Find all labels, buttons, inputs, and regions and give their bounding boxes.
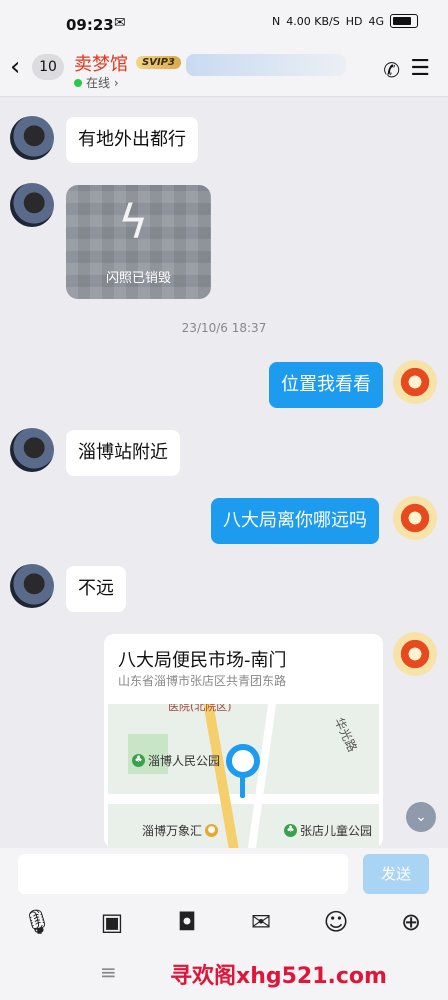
- map-poi: ♣ 张店儿童公园: [284, 822, 372, 839]
- flash-photo-destroyed[interactable]: ϟ 闪照已销毁: [66, 185, 211, 299]
- scroll-down-button[interactable]: ⌄: [406, 802, 436, 832]
- map-preview[interactable]: 医院(北院区) 华光路 ♣ 淄博人民公园 淄博万象汇 ● ♣ 张店儿童公园: [108, 704, 379, 848]
- contact-avatar[interactable]: [10, 116, 54, 160]
- image-icon[interactable]: ▣: [97, 908, 127, 936]
- location-pin-icon: [226, 744, 260, 778]
- status-bar: 09:23 ✉ N 4.00 KB/S HD 4G: [0, 0, 448, 44]
- message-bubble-received[interactable]: 有地外出都行: [66, 117, 198, 163]
- my-avatar[interactable]: [393, 360, 437, 404]
- network-speed: 4.00 KB/S: [286, 14, 340, 28]
- chat-header: ‹ 10 卖梦馆 SVIP3 在线 › ✆ ☰: [0, 44, 448, 97]
- location-pin-stem: [240, 776, 245, 798]
- nav-menu-icon[interactable]: ≡: [100, 960, 117, 984]
- svip-badge: SVIP3: [136, 56, 181, 69]
- wechat-icon: ✉: [114, 15, 126, 31]
- map-top-label: 医院(北院区): [168, 704, 232, 713]
- hd-badge: HD: [345, 14, 363, 28]
- signal-icon: 4G: [368, 14, 384, 28]
- contact-avatar[interactable]: [10, 564, 54, 608]
- online-status-text: 在线 ›: [86, 76, 119, 90]
- online-dot-icon: [74, 78, 82, 87]
- location-title: 八大局便民市场-南门: [118, 650, 287, 671]
- map-poi: 淄博万象汇 ●: [142, 822, 219, 839]
- chat-toolbar: 🎙 ▣ ◘ ✉ ☺ ⊕: [0, 900, 448, 948]
- red-packet-icon[interactable]: ✉: [246, 908, 276, 936]
- unread-count-badge[interactable]: 10: [32, 54, 64, 80]
- online-status[interactable]: 在线 ›: [74, 74, 119, 91]
- lightning-icon: ϟ: [118, 195, 149, 249]
- message-bubble-received[interactable]: 淄博站附近: [66, 430, 180, 476]
- map-road: [247, 704, 277, 848]
- watermark-text: 寻欢阁xhg521.com: [170, 964, 387, 989]
- contact-avatar[interactable]: [10, 183, 54, 227]
- phone-icon[interactable]: ✆: [383, 58, 400, 82]
- my-avatar[interactable]: [393, 632, 437, 676]
- status-icons: N 4.00 KB/S HD 4G: [272, 14, 418, 28]
- back-chevron-icon[interactable]: ‹: [10, 54, 20, 80]
- status-time: 09:23: [66, 16, 114, 34]
- message-bubble-sent[interactable]: 位置我看看: [269, 362, 383, 408]
- park-marker-icon: ♣: [284, 824, 297, 837]
- map-poi: ♣ 淄博人民公园: [132, 752, 220, 769]
- blurred-signature: [186, 54, 346, 76]
- contact-name[interactable]: 卖梦馆: [74, 50, 128, 76]
- my-avatar[interactable]: [393, 496, 437, 540]
- flash-photo-label: 闪照已销毁: [105, 271, 171, 286]
- shop-marker-icon: ●: [205, 824, 219, 837]
- send-button[interactable]: 发送: [363, 854, 429, 894]
- message-bubble-received[interactable]: 不远: [66, 566, 126, 612]
- park-marker-icon: ♣: [132, 754, 145, 767]
- emoji-icon[interactable]: ☺: [321, 908, 351, 936]
- message-timestamp: 23/10/6 18:37: [181, 321, 267, 335]
- location-card[interactable]: 八大局便民市场-南门 山东省淄博市张店区共青团东路 医院(北院区) 华光路 ♣ …: [104, 634, 383, 848]
- plus-icon[interactable]: ⊕: [396, 908, 426, 936]
- microphone-icon[interactable]: 🎙: [22, 908, 52, 936]
- system-nav-bar: ≡ 寻欢阁xhg521.com: [0, 948, 448, 1000]
- message-bubble-sent[interactable]: 八大局离你哪远吗: [211, 498, 379, 544]
- battery-icon: [390, 14, 418, 28]
- nfc-icon: N: [272, 14, 281, 28]
- map-street-label: 华光路: [331, 715, 360, 754]
- camera-icon[interactable]: ◘: [172, 908, 202, 936]
- contact-avatar[interactable]: [10, 428, 54, 472]
- menu-icon[interactable]: ☰: [410, 56, 430, 81]
- input-bar: 发送: [0, 848, 448, 900]
- location-address: 山东省淄博市张店区共青团东路: [118, 674, 287, 688]
- message-input[interactable]: [18, 854, 348, 894]
